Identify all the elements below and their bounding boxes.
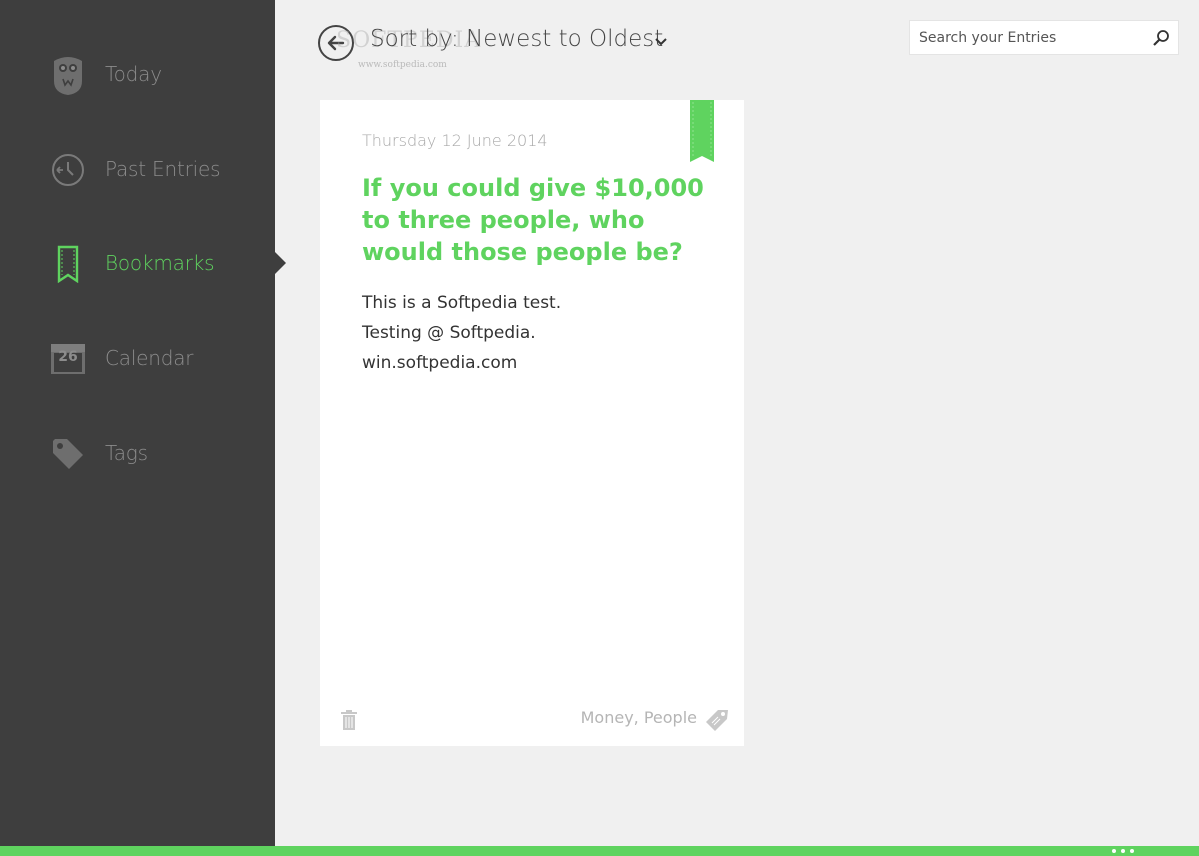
owl-icon	[50, 57, 86, 95]
search-box	[909, 20, 1179, 55]
sidebar-item-label: Bookmarks	[105, 251, 215, 275]
watermark-url: www.softpedia.com	[358, 60, 447, 70]
trash-icon[interactable]	[340, 710, 358, 730]
sidebar-item-label: Past Entries	[105, 157, 221, 181]
search-icon[interactable]	[1152, 29, 1170, 47]
entry-body-line: Testing @ Softpedia.	[362, 323, 536, 343]
sidebar-item-label: Today	[105, 62, 162, 86]
back-button[interactable]	[318, 25, 354, 61]
entry-body: This is a Softpedia test. Testing @ Soft…	[362, 288, 712, 378]
app-bar	[0, 846, 1199, 856]
sidebar-item-calendar[interactable]: 26 Calendar	[0, 324, 275, 394]
sidebar: Today Past Entries Bookmarks 26 Calendar…	[0, 0, 275, 846]
entry-body-line: This is a Softpedia test.	[362, 293, 562, 313]
entry-title: If you could give $10,000 to three peopl…	[362, 174, 704, 266]
sidebar-item-label: Calendar	[105, 346, 194, 370]
bookmark-icon	[50, 245, 86, 283]
entry-tags[interactable]: Money, People	[581, 708, 697, 727]
sidebar-item-today[interactable]: Today	[0, 40, 275, 110]
calendar-icon: 26	[50, 341, 86, 377]
calendar-day: 26	[58, 349, 78, 365]
sidebar-item-label: Tags	[105, 441, 148, 465]
clock-back-icon	[50, 152, 86, 188]
sidebar-item-bookmarks[interactable]: Bookmarks	[0, 229, 275, 299]
sort-label: Sort by:	[370, 26, 459, 52]
entry-card[interactable]: Thursday 12 June 2014 If you could give …	[320, 100, 744, 746]
entry-date: Thursday 12 June 2014	[362, 131, 548, 150]
chevron-down-icon[interactable]	[653, 34, 669, 50]
sidebar-item-past-entries[interactable]: Past Entries	[0, 135, 275, 205]
entry-body-line: win.softpedia.com	[362, 353, 518, 373]
active-item-pointer	[275, 252, 286, 274]
more-options-icon[interactable]	[1112, 846, 1134, 856]
sort-dropdown[interactable]: Newest to Oldest	[466, 26, 663, 52]
tags-icon[interactable]	[705, 708, 729, 732]
sidebar-item-tags[interactable]: Tags	[0, 419, 275, 489]
arrow-left-icon	[327, 35, 345, 51]
tag-icon	[50, 436, 86, 472]
bookmark-ribbon-icon[interactable]	[690, 100, 714, 162]
search-input[interactable]	[910, 21, 1145, 54]
